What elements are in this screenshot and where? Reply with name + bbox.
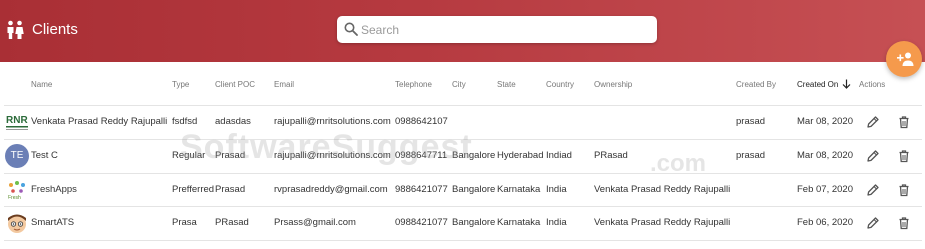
client-email: rajupalli@rnritsolutions.com xyxy=(274,150,391,161)
client-name[interactable]: FreshApps xyxy=(31,184,77,195)
page-title: Clients xyxy=(32,21,78,38)
client-created-on: Mar 08, 2020 xyxy=(797,116,853,127)
client-state: Karnataka xyxy=(497,184,541,195)
search-input[interactable] xyxy=(361,19,651,40)
client-poc: PRasad xyxy=(215,217,249,228)
column-header-email[interactable]: Email xyxy=(274,80,294,89)
client-created-on: Feb 06, 2020 xyxy=(797,217,853,228)
column-header-state[interactable]: State xyxy=(497,80,516,89)
client-email: Prsass@gmail.com xyxy=(274,217,356,228)
column-header-city[interactable]: City xyxy=(452,80,466,89)
client-telephone: 0988642107 xyxy=(395,116,448,127)
freshapps-logo-icon: Fresh xyxy=(5,178,29,202)
table-row[interactable]: Fresh FreshApps Prefferred Prasad rvpras… xyxy=(4,174,922,207)
client-city: Bangalore xyxy=(452,184,496,195)
client-created-on: Feb 07, 2020 xyxy=(797,184,853,195)
client-telephone: 0988647711 xyxy=(395,150,448,161)
client-country: Indiad xyxy=(546,150,572,161)
client-poc: Prasad xyxy=(215,184,246,195)
table-row[interactable]: TE Test C Regular Prasad rajupalli@rnrit… xyxy=(4,140,922,173)
client-email: rajupalli@rnritsolutions.com xyxy=(274,116,391,127)
cartoon-face-avatar-icon xyxy=(5,211,29,235)
svg-text:RNR: RNR xyxy=(6,115,28,126)
people-icon xyxy=(7,20,24,39)
column-header-client-poc[interactable]: Client POC xyxy=(215,80,255,89)
app-header: Clients xyxy=(0,0,925,62)
client-ownership: Venkata Prasad Reddy Rajupalli xyxy=(594,217,731,228)
column-header-created-by[interactable]: Created By xyxy=(736,80,776,89)
column-header-ownership[interactable]: Ownership xyxy=(594,80,632,89)
column-header-actions: Actions xyxy=(859,80,886,89)
edit-icon[interactable] xyxy=(866,115,880,129)
column-header-created-on[interactable]: Created On xyxy=(797,80,838,89)
client-poc: Prasad xyxy=(215,150,246,161)
client-country: India xyxy=(546,217,567,228)
client-telephone: 9886421077 xyxy=(395,184,448,195)
client-created-on: Mar 08, 2020 xyxy=(797,150,853,161)
column-header-country[interactable]: Country xyxy=(546,80,574,89)
search-icon xyxy=(344,22,358,36)
table-row[interactable]: RNR Venkata Prasad Reddy Rajupalli fsdfs… xyxy=(4,106,922,139)
edit-icon[interactable] xyxy=(866,183,880,197)
client-type: Prasa xyxy=(172,217,197,228)
client-name[interactable]: SmartATS xyxy=(31,217,74,228)
row-divider xyxy=(4,240,922,241)
client-country: India xyxy=(546,184,567,195)
initials-avatar-icon: TE xyxy=(5,144,29,168)
client-name[interactable]: Test C xyxy=(31,150,58,161)
delete-icon[interactable] xyxy=(897,183,911,197)
client-name[interactable]: Venkata Prasad Reddy Rajupalli xyxy=(31,116,167,127)
client-ownership: Venkata Prasad Reddy Rajupalli xyxy=(594,184,731,195)
rnr-logo-icon: RNR xyxy=(5,110,29,134)
svg-text:Fresh: Fresh xyxy=(8,195,21,201)
column-header-type[interactable]: Type xyxy=(172,80,189,89)
sort-descending-icon[interactable] xyxy=(842,79,851,89)
edit-icon[interactable] xyxy=(866,216,880,230)
client-poc: adasdas xyxy=(215,116,251,127)
client-state: Karnataka xyxy=(497,217,541,228)
client-city: Bangalore xyxy=(452,150,496,161)
client-type: Regular xyxy=(172,150,206,161)
column-header-name[interactable]: Name xyxy=(31,80,52,89)
delete-icon[interactable] xyxy=(897,115,911,129)
search-box[interactable] xyxy=(337,16,657,43)
client-city: Bangalore xyxy=(452,217,496,228)
clients-table: Name Type Client POC Email Telephone Cit… xyxy=(4,62,922,249)
client-created-by: prasad xyxy=(736,150,766,161)
column-header-telephone[interactable]: Telephone xyxy=(395,80,432,89)
delete-icon[interactable] xyxy=(897,216,911,230)
client-email: rvprasadreddy@gmail.com xyxy=(274,184,388,195)
client-type: Prefferred xyxy=(172,184,215,195)
client-type: fsdfsd xyxy=(172,116,198,127)
edit-icon[interactable] xyxy=(866,149,880,163)
client-state: Hyderabad xyxy=(497,150,544,161)
client-ownership: PRasad xyxy=(594,150,628,161)
client-created-by: prasad xyxy=(736,116,766,127)
delete-icon[interactable] xyxy=(897,149,911,163)
client-telephone: 0988421077 xyxy=(395,217,448,228)
table-row[interactable]: SmartATS Prasa PRasad Prsass@gmail.com 0… xyxy=(4,207,922,240)
